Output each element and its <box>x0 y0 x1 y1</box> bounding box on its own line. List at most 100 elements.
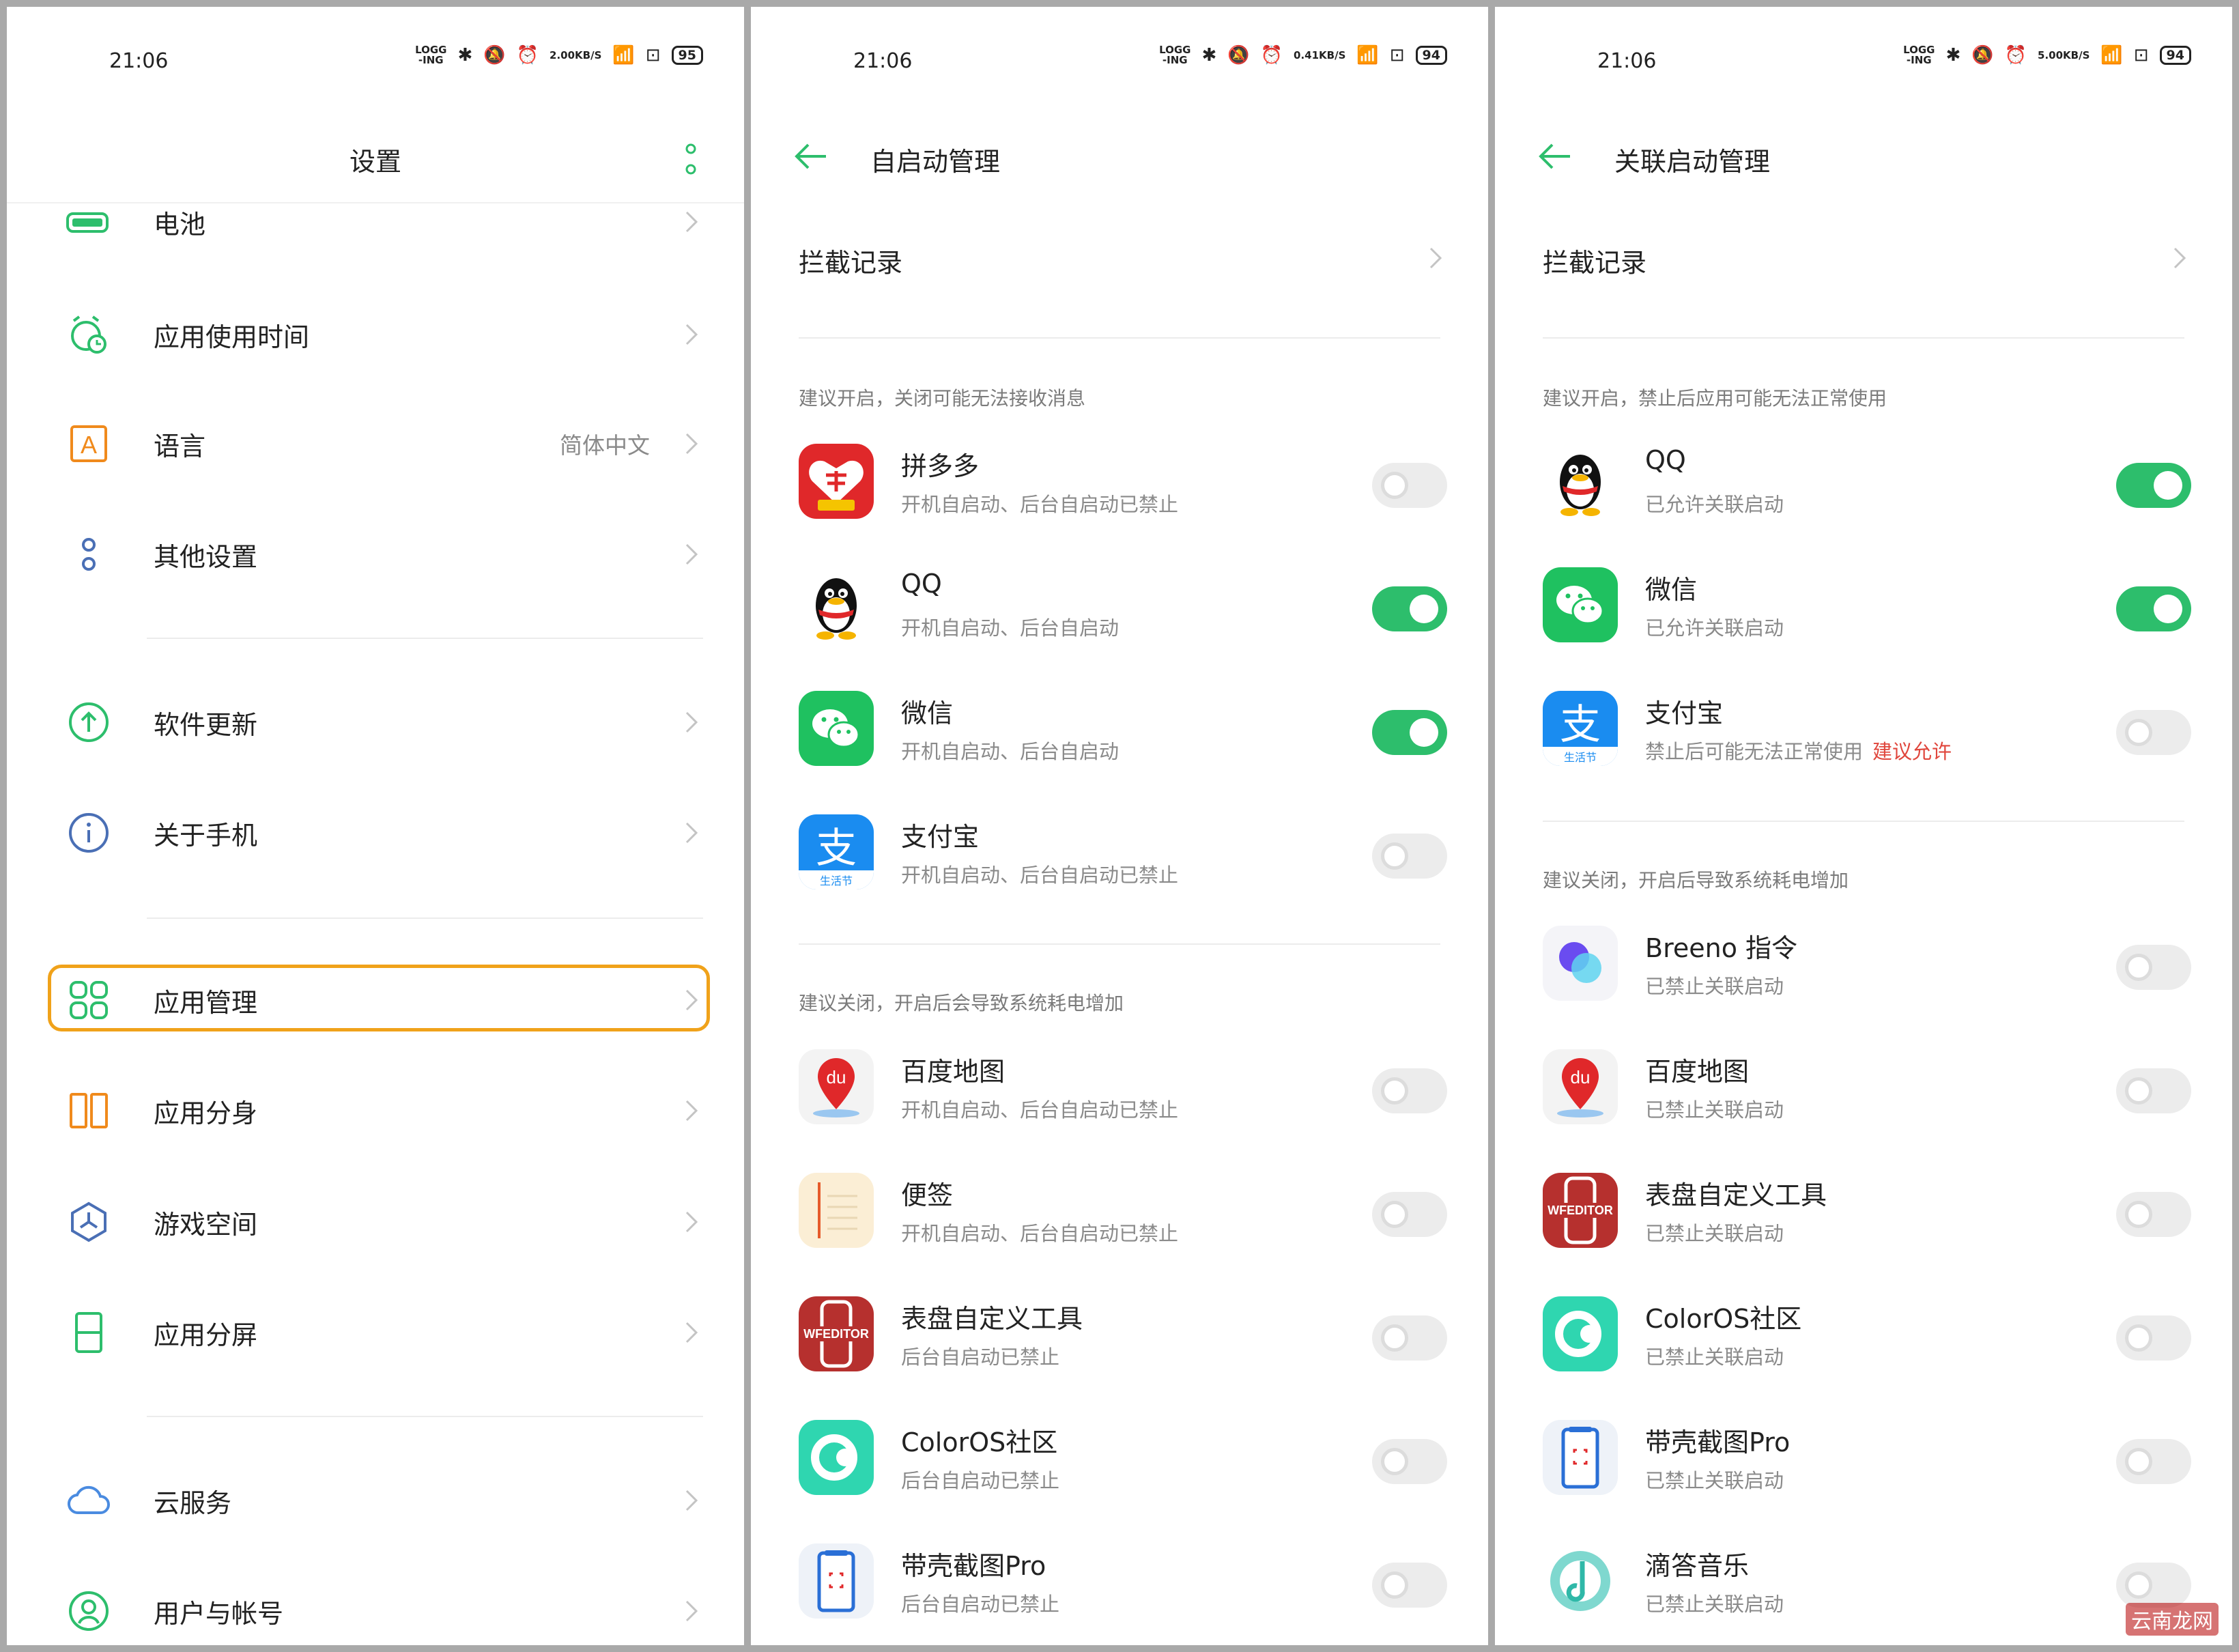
split-screen-icon <box>65 1309 113 1356</box>
app-status: 后台自启动已禁止 <box>901 1345 1060 1369</box>
vibrate-mute-icon: 🔕 <box>1227 45 1250 66</box>
shell-screenshot-icon <box>1543 1420 1618 1495</box>
auto-launch-toggle[interactable] <box>1372 834 1447 879</box>
intercept-log-label: 拦截记录 <box>799 248 903 278</box>
app-name: 百度地图 <box>901 1057 1006 1087</box>
app-name: 带壳截图Pro <box>1645 1427 1791 1457</box>
settings-item-label: 游戏空间 <box>154 1209 258 1240</box>
associated-launch-toggle[interactable] <box>2116 1192 2191 1237</box>
svg-text:支: 支 <box>1560 701 1601 749</box>
logging-icon: LOGG -ING <box>1159 44 1191 66</box>
app-row-watchface-tool: WFEDITOR 表盘自定义工具 后台自启动已禁止 <box>792 1280 1447 1396</box>
app-status: 已禁止关联启动 <box>1645 1222 1784 1245</box>
battery-indicator: 95 <box>671 46 703 65</box>
auto-launch-toggle[interactable] <box>1372 1439 1447 1484</box>
associated-launch-toggle[interactable] <box>2116 463 2191 508</box>
settings-item-app-clone[interactable]: 应用分身 <box>48 1077 703 1145</box>
bluetooth-icon: ✱ <box>1945 45 1961 66</box>
settings-item-about-phone[interactable]: 关于手机 <box>48 799 703 867</box>
back-arrow-icon[interactable] <box>792 139 830 173</box>
settings-item-software-update[interactable]: 软件更新 <box>48 688 703 756</box>
recommend-allow-link[interactable]: 建议允许 <box>1872 740 1952 763</box>
logging-icon: LOGG -ING <box>1903 44 1935 66</box>
section-divider <box>1543 821 2184 822</box>
battery-indicator: 94 <box>1415 46 1447 65</box>
associated-launch-toggle[interactable] <box>2116 1439 2191 1484</box>
app-status: 已禁止关联启动 <box>1645 1345 1784 1369</box>
settings-item-accounts[interactable]: 用户与帐号 <box>48 1577 703 1645</box>
auto-launch-toggle[interactable] <box>1372 586 1447 631</box>
intercept-log-entry[interactable]: 拦截记录 <box>1536 217 2191 299</box>
chevron-right-icon <box>685 822 698 844</box>
section-divider <box>147 917 703 919</box>
language-icon: A <box>65 420 113 468</box>
settings-item-label: 语言 <box>154 431 206 461</box>
status-time: 21:06 <box>1597 49 1657 73</box>
app-status: 开机自启动、后台自启动已禁止 <box>901 493 1179 516</box>
section-divider <box>147 1416 703 1417</box>
associated-launch-toggle[interactable] <box>2116 1563 2191 1608</box>
status-bar: 21:06 LOGG -ING ✱ 🔕 ⏰ 5.00 KB/S 📶 ⊡ 94 <box>1495 7 2232 109</box>
wifi-icon: 📶 <box>1356 45 1379 66</box>
more-options-icon[interactable] <box>684 143 698 177</box>
notes-icon <box>799 1173 874 1248</box>
settings-item-label: 软件更新 <box>154 709 258 740</box>
auto-launch-toggle[interactable] <box>1372 1192 1447 1237</box>
settings-item-other-settings[interactable]: 其他设置 <box>48 520 703 588</box>
intercept-log-entry[interactable]: 拦截记录 <box>792 217 1447 299</box>
page-title: 设置 <box>349 147 401 177</box>
auto-launch-toggle[interactable] <box>1372 463 1447 508</box>
settings-item-label: 关于手机 <box>154 820 258 851</box>
section-header-recommended-off: 建议关闭，开启后会导致系统耗电增加 <box>799 992 1124 1014</box>
app-name: QQ <box>901 569 942 599</box>
section-divider <box>799 337 1440 339</box>
app-row-baidu-map: du 百度地图 开机自启动、后台自启动已禁止 <box>792 1033 1447 1149</box>
coloros-community-icon <box>799 1420 874 1495</box>
associated-launch-toggle[interactable] <box>2116 945 2191 990</box>
settings-item-language[interactable]: A 语言 简体中文 <box>48 410 703 478</box>
app-name: 支付宝 <box>1645 698 1724 728</box>
app-row-shell-screenshot-pro: 带壳截图Pro 已禁止关联启动 <box>1536 1404 2191 1520</box>
app-row-coloros-community: ColorOS社区 后台自启动已禁止 <box>792 1404 1447 1520</box>
auto-launch-toggle[interactable] <box>1372 1563 1447 1608</box>
associated-launch-toggle[interactable] <box>2116 586 2191 631</box>
associated-launch-toggle[interactable] <box>2116 1068 2191 1113</box>
app-status: 已禁止关联启动 <box>1645 1469 1784 1492</box>
qq-penguin-icon <box>799 567 874 642</box>
back-arrow-icon[interactable] <box>1536 139 1574 173</box>
coloros-community-icon <box>1543 1296 1618 1371</box>
auto-launch-toggle[interactable] <box>1372 1315 1447 1361</box>
screen-record-icon: ⊡ <box>645 45 661 66</box>
settings-item-battery[interactable]: 电池 <box>48 191 703 253</box>
baidu-map-icon: du <box>799 1049 874 1124</box>
page-title: 关联启动管理 <box>1614 147 1771 177</box>
settings-item-app-management[interactable]: 应用管理 <box>48 966 703 1034</box>
settings-item-split-screen[interactable]: 应用分屏 <box>48 1298 703 1367</box>
app-row-qq: QQ 已允许关联启动 <box>1536 427 2191 543</box>
alipay-icon: 支生活节 <box>1543 691 1618 766</box>
app-row-wechat: 微信 开机自启动、后台自启动 <box>792 674 1447 791</box>
auto-launch-toggle[interactable] <box>1372 1068 1447 1113</box>
settings-item-app-usage-time[interactable]: 应用使用时间 <box>48 300 703 369</box>
svg-text:WFEDITOR: WFEDITOR <box>1548 1204 1613 1217</box>
breeno-icon <box>1543 926 1618 1001</box>
app-row-watchface-tool: WFEDITOR 表盘自定义工具 已禁止关联启动 <box>1536 1156 2191 1272</box>
app-name: 带壳截图Pro <box>901 1551 1046 1581</box>
chevron-right-icon <box>685 989 698 1011</box>
settings-item-game-space[interactable]: 游戏空间 <box>48 1188 703 1256</box>
app-name: 拼多多 <box>901 451 980 481</box>
svg-text:生活节: 生活节 <box>820 874 853 887</box>
battery-indicator: 94 <box>2159 46 2191 65</box>
info-icon <box>65 809 113 857</box>
app-status: 后台自启动已禁止 <box>901 1469 1060 1492</box>
associated-launch-toggle[interactable] <box>2116 1315 2191 1361</box>
auto-launch-toggle[interactable] <box>1372 710 1447 755</box>
other-settings-icon <box>65 530 113 578</box>
update-arrow-icon <box>65 698 113 746</box>
language-value: 简体中文 <box>560 432 650 459</box>
app-name: 便签 <box>901 1180 954 1210</box>
associated-launch-toggle[interactable] <box>2116 710 2191 755</box>
settings-item-cloud-service[interactable]: 云服务 <box>48 1466 703 1535</box>
app-status: 后台自启动已禁止 <box>901 1593 1060 1616</box>
chevron-right-icon <box>685 211 698 233</box>
